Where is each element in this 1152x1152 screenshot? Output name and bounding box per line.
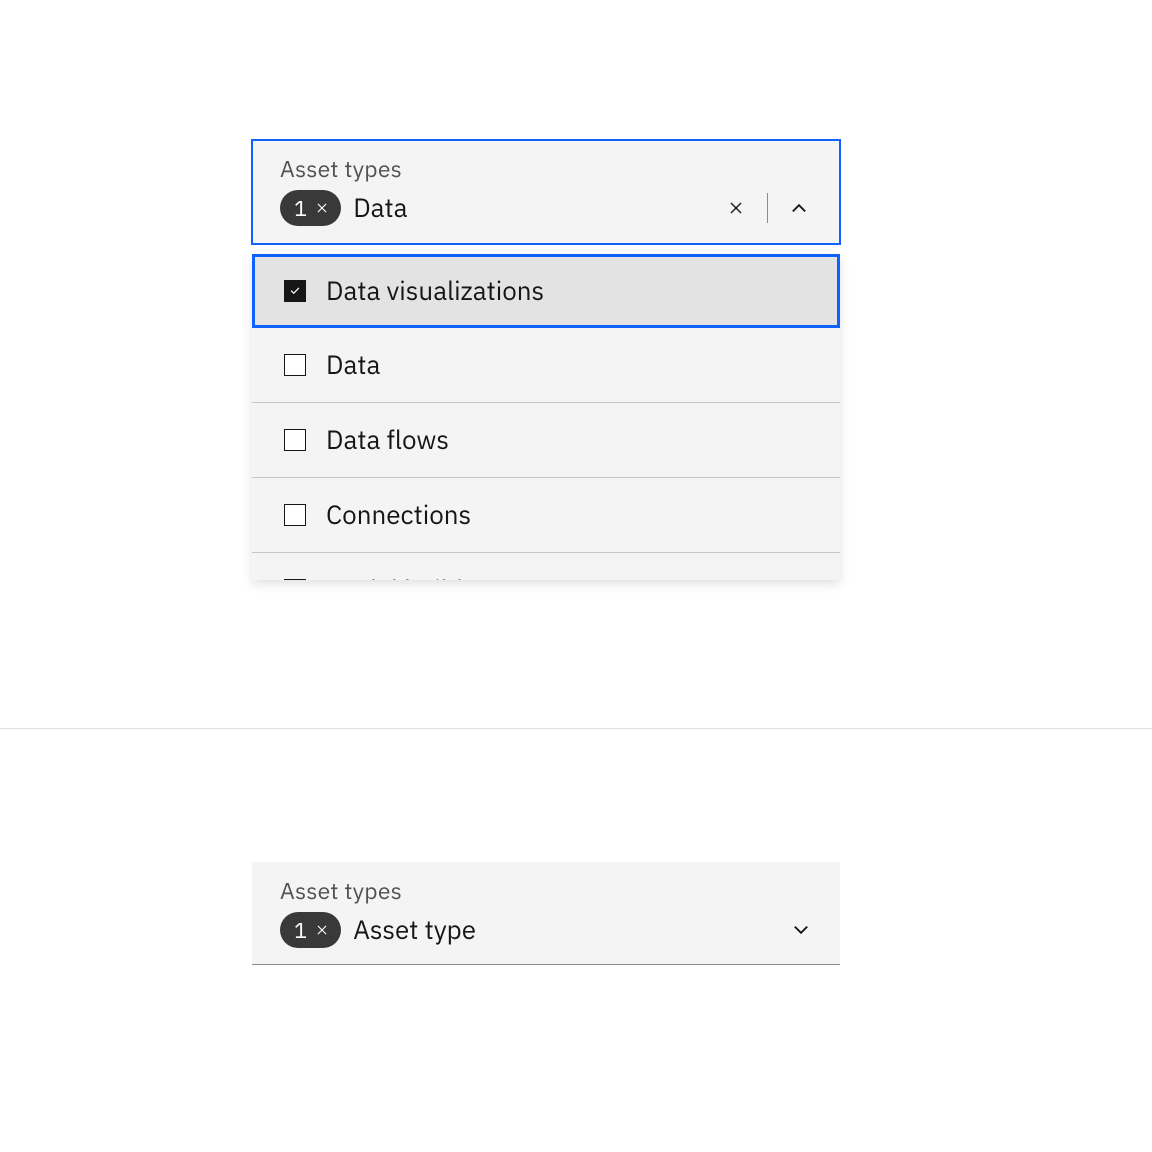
multiselect-input-row: 1 bbox=[280, 190, 812, 226]
option-data-visualizations[interactable]: Data visualizations bbox=[252, 254, 840, 328]
close-icon bbox=[313, 921, 331, 939]
close-icon bbox=[313, 199, 331, 217]
option-label: Data flows bbox=[326, 423, 808, 457]
checkbox-unchecked-icon bbox=[284, 354, 306, 376]
multiselect-option-list: Data visualizations Data Data flows Conn… bbox=[252, 254, 840, 580]
option-data-flows[interactable]: Data flows bbox=[252, 403, 840, 478]
checkbox-unchecked-icon bbox=[284, 579, 306, 580]
option-model-builders[interactable]: Model builders bbox=[252, 553, 840, 580]
multiselect-controls bbox=[723, 193, 812, 223]
option-label: Model builders bbox=[326, 573, 808, 580]
close-icon bbox=[725, 197, 747, 219]
multiselect-input-row: 1 Asset type bbox=[280, 912, 812, 948]
divider bbox=[767, 193, 768, 223]
chevron-down-icon bbox=[790, 919, 812, 941]
checkbox-checked-icon bbox=[284, 280, 306, 302]
multiselect-filter-input[interactable] bbox=[353, 191, 711, 225]
selection-count: 1 bbox=[294, 194, 307, 223]
multiselect-header: Asset types 1 bbox=[252, 140, 840, 244]
multiselect-label: Asset types bbox=[280, 876, 812, 906]
option-label: Data visualizations bbox=[326, 274, 808, 308]
multiselect-asset-types-open: Asset types 1 bbox=[252, 140, 840, 244]
multiselect-asset-types-closed[interactable]: Asset types 1 Asset type bbox=[252, 862, 840, 965]
option-connections[interactable]: Connections bbox=[252, 478, 840, 553]
multiselect-header: Asset types 1 Asset type bbox=[252, 862, 840, 964]
checkbox-unchecked-icon bbox=[284, 429, 306, 451]
multiselect-label: Asset types bbox=[280, 154, 812, 184]
collapse-button[interactable] bbox=[786, 195, 812, 221]
chevron-up-icon bbox=[788, 197, 810, 219]
option-data[interactable]: Data bbox=[252, 328, 840, 403]
selection-count-tag[interactable]: 1 bbox=[280, 912, 341, 948]
checkbox-unchecked-icon bbox=[284, 504, 306, 526]
selection-count-tag[interactable]: 1 bbox=[280, 190, 341, 226]
multiselect-placeholder: Asset type bbox=[353, 913, 476, 947]
option-label: Connections bbox=[326, 498, 808, 532]
section-divider bbox=[0, 728, 1152, 729]
selection-count: 1 bbox=[294, 916, 307, 945]
option-label: Data bbox=[326, 348, 808, 382]
clear-input-button[interactable] bbox=[723, 195, 749, 221]
